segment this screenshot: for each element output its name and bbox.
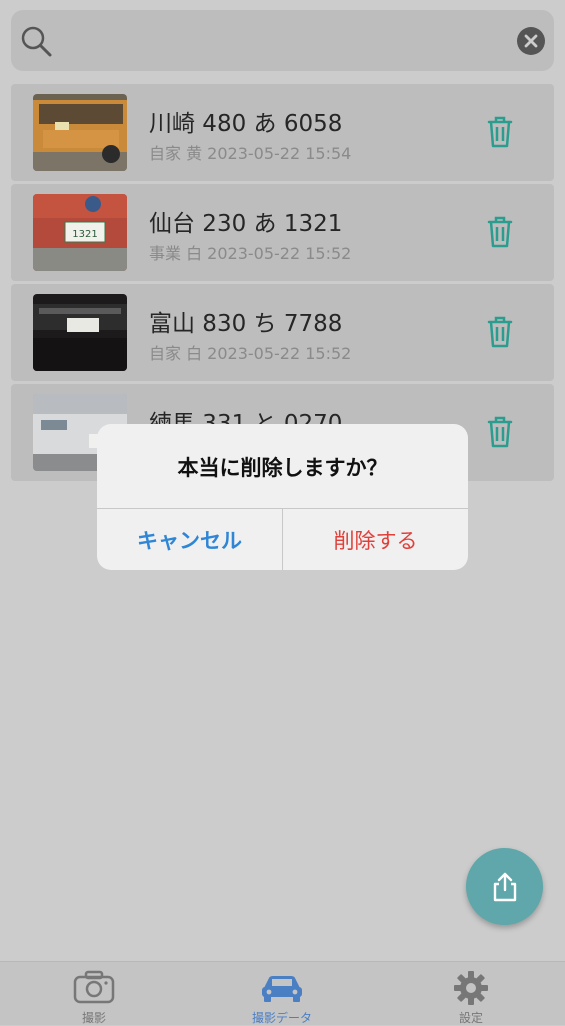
confirm-delete-dialog: 本当に削除しますか？ キャンセル 削除する	[97, 424, 468, 570]
list-item[interactable]: 1321 仙台 230 あ 1321 事業 白 2023-05-22 15:52	[11, 184, 554, 281]
record-meta: 自家 白 2023-05-22 15:52	[149, 344, 352, 363]
vehicle-thumbnail	[33, 294, 127, 371]
vehicle-thumbnail	[33, 94, 127, 171]
plate-number: 富山 830 ち 7788	[149, 311, 343, 337]
tab-bar: 撮影 撮影データ 設定	[0, 961, 565, 1025]
record-meta: 事業 白 2023-05-22 15:52	[149, 244, 352, 263]
camera-icon	[73, 970, 115, 1004]
gear-icon	[454, 971, 488, 1005]
trash-icon[interactable]	[485, 315, 515, 349]
list-item[interactable]: 富山 830 ち 7788 自家 白 2023-05-22 15:52	[11, 284, 554, 381]
trash-icon[interactable]	[485, 415, 515, 449]
vehicle-thumbnail: 1321	[33, 194, 127, 271]
trash-icon[interactable]	[485, 115, 515, 149]
search-icon	[21, 26, 52, 57]
cancel-button[interactable]: キャンセル	[97, 509, 282, 570]
trash-icon[interactable]	[485, 215, 515, 249]
share-button[interactable]	[466, 848, 543, 925]
share-icon	[493, 872, 516, 901]
plate-number: 川崎 480 あ 6058	[149, 111, 343, 137]
delete-button[interactable]: 削除する	[283, 509, 468, 570]
dialog-title: 本当に削除しますか？	[177, 455, 388, 480]
tab-capture[interactable]: 撮影	[0, 962, 188, 1025]
tab-label: 撮影データ	[251, 1011, 312, 1025]
record-meta: 自家 黄 2023-05-22 15:54	[149, 144, 352, 163]
plate-number: 仙台 230 あ 1321	[149, 211, 343, 237]
car-icon	[262, 976, 302, 1002]
svg-text:1321: 1321	[72, 229, 97, 240]
tab-settings[interactable]: 設定	[377, 962, 565, 1025]
tab-label: 設定	[458, 1011, 483, 1025]
search-input[interactable]	[61, 20, 505, 62]
tab-label: 撮影	[81, 1011, 106, 1025]
list-item[interactable]: 川崎 480 あ 6058 自家 黄 2023-05-22 15:54	[11, 84, 554, 181]
tab-captured-data[interactable]: 撮影データ	[188, 962, 376, 1025]
search-bar[interactable]	[11, 10, 554, 71]
clear-icon[interactable]	[516, 26, 546, 56]
